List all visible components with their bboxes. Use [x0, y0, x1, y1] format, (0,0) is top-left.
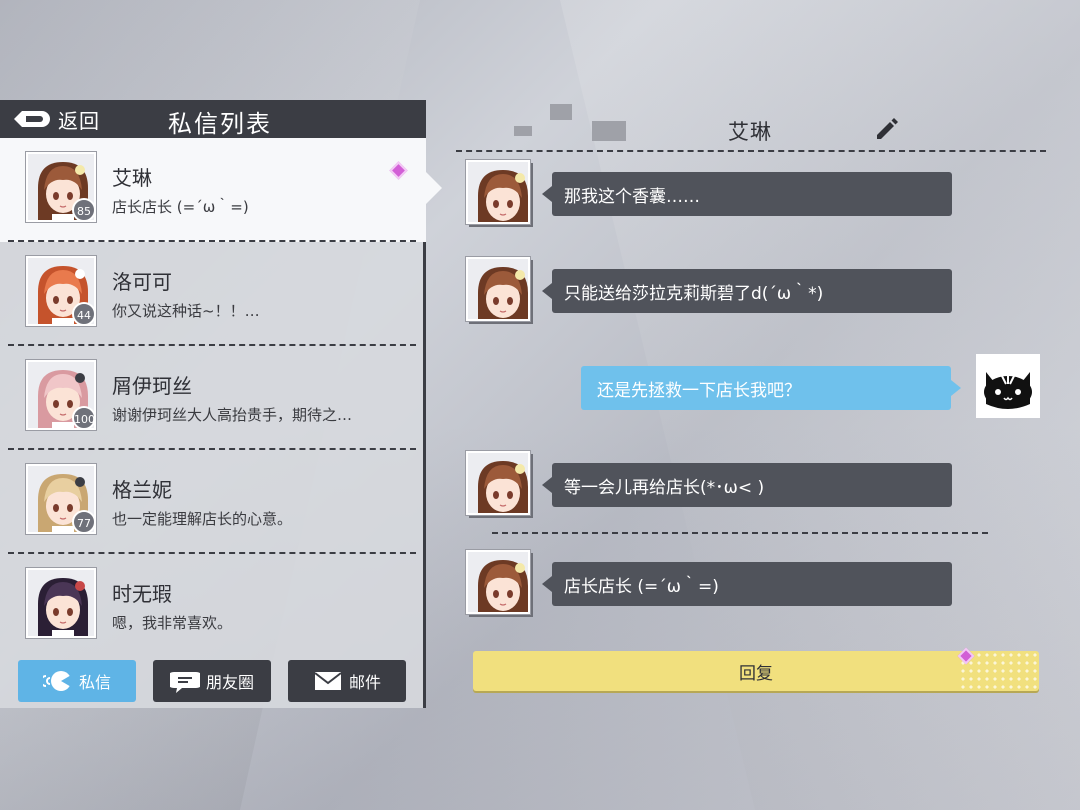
character-portrait-icon: [468, 162, 528, 222]
contact-row[interactable]: 44 洛可可 你又说这种话~！！…: [0, 242, 426, 346]
reply-button[interactable]: 回复: [473, 651, 1039, 691]
sender-avatar: [466, 160, 530, 224]
chat-header-divider: [456, 150, 1046, 152]
contact-avatar: 100: [26, 360, 96, 430]
sender-avatar: [466, 451, 530, 515]
chat-bubble-icon: [42, 671, 73, 691]
unread-diamond-icon: [389, 161, 408, 180]
contact-avatar: 85: [26, 152, 96, 222]
pencil-icon[interactable]: [873, 116, 899, 142]
decor-square: [514, 126, 532, 136]
contact-avatar: [26, 568, 96, 638]
bottom-tab-bar: 私信 朋友圈 邮件: [0, 656, 426, 708]
tab-moments[interactable]: 朋友圈: [153, 660, 271, 702]
back-label: 返回: [58, 108, 100, 133]
contact-avatar: 77: [26, 464, 96, 534]
contact-row[interactable]: 100 屑伊珂丝 谢谢伊珂丝大人高抬贵手，期待之…: [0, 346, 426, 450]
cat-icon: [984, 372, 1032, 409]
tab-label: 邮件: [348, 673, 381, 692]
level-badge: 100: [72, 406, 94, 428]
level-badge: 44: [72, 302, 94, 324]
message-list-panel: 返回 私信列表 85 艾琳 店长店长 (=´ω｀=) 44 洛可可 你又说这种话…: [0, 100, 426, 708]
moments-icon: [169, 672, 200, 693]
decor-square: [592, 121, 626, 141]
message-divider: [492, 532, 988, 534]
contact-preview: 嗯，我非常喜欢。: [112, 614, 233, 632]
my-message-bubble: 还是先拯救一下店长我吧？: [581, 366, 961, 410]
contact-row[interactable]: 时无瑕 嗯，我非常喜欢。: [0, 554, 426, 656]
contact-name: 屑伊珂丝: [112, 374, 192, 398]
level-badge: 85: [72, 198, 94, 220]
contact-preview: 你又说这种话~！！…: [112, 302, 260, 320]
contact-name: 艾琳: [112, 166, 152, 190]
chat-title: 艾琳: [728, 120, 772, 144]
contact-avatar: 44: [26, 256, 96, 326]
reply-label: 回复: [739, 663, 773, 684]
contact-name: 格兰妮: [112, 478, 172, 502]
panel-header: 返回 私信列表: [0, 100, 426, 138]
player-avatar: [976, 354, 1040, 418]
contact-preview: 谢谢伊珂丝大人高抬贵手，期待之…: [112, 406, 353, 424]
sender-avatar: [466, 257, 530, 321]
back-arrow-icon: [14, 111, 50, 127]
message-bubble: 店长店长 (=´ω｀=): [542, 562, 952, 606]
decor-square: [550, 104, 572, 120]
message-bubble: 只能送给莎拉克莉斯碧了d(´ω｀*): [542, 269, 952, 313]
message-bubble: 那我这个香囊……: [542, 172, 952, 216]
tab-mail[interactable]: 邮件: [288, 660, 406, 702]
mail-icon: [314, 672, 342, 690]
back-button[interactable]: 返回: [12, 104, 100, 134]
panel-title: 私信列表: [168, 110, 272, 138]
contact-name: 洛可可: [112, 270, 172, 294]
message-bubble: 等一会儿再给店长(*･ω< ): [542, 463, 952, 507]
level-badge: 77: [72, 510, 94, 532]
sender-avatar: [466, 550, 530, 614]
character-portrait-icon: [28, 570, 94, 636]
character-portrait-icon: [468, 453, 528, 513]
active-row-pointer: [426, 172, 442, 204]
contact-preview: 也一定能理解店长的心意。: [112, 510, 293, 528]
character-portrait-icon: [468, 259, 528, 319]
tab-private-message[interactable]: 私信: [18, 660, 136, 702]
contact-preview: 店长店长 (=´ω｀=): [112, 198, 249, 216]
contact-row[interactable]: 77 格兰妮 也一定能理解店长的心意。: [0, 450, 426, 554]
contact-row[interactable]: 85 艾琳 店长店长 (=´ω｀=): [0, 138, 426, 242]
tab-label: 私信: [78, 673, 111, 692]
contact-list: 85 艾琳 店长店长 (=´ω｀=) 44 洛可可 你又说这种话~！！… 100…: [0, 138, 426, 656]
tab-label: 朋友圈: [205, 673, 254, 692]
character-portrait-icon: [468, 552, 528, 612]
contact-name: 时无瑕: [112, 582, 172, 606]
